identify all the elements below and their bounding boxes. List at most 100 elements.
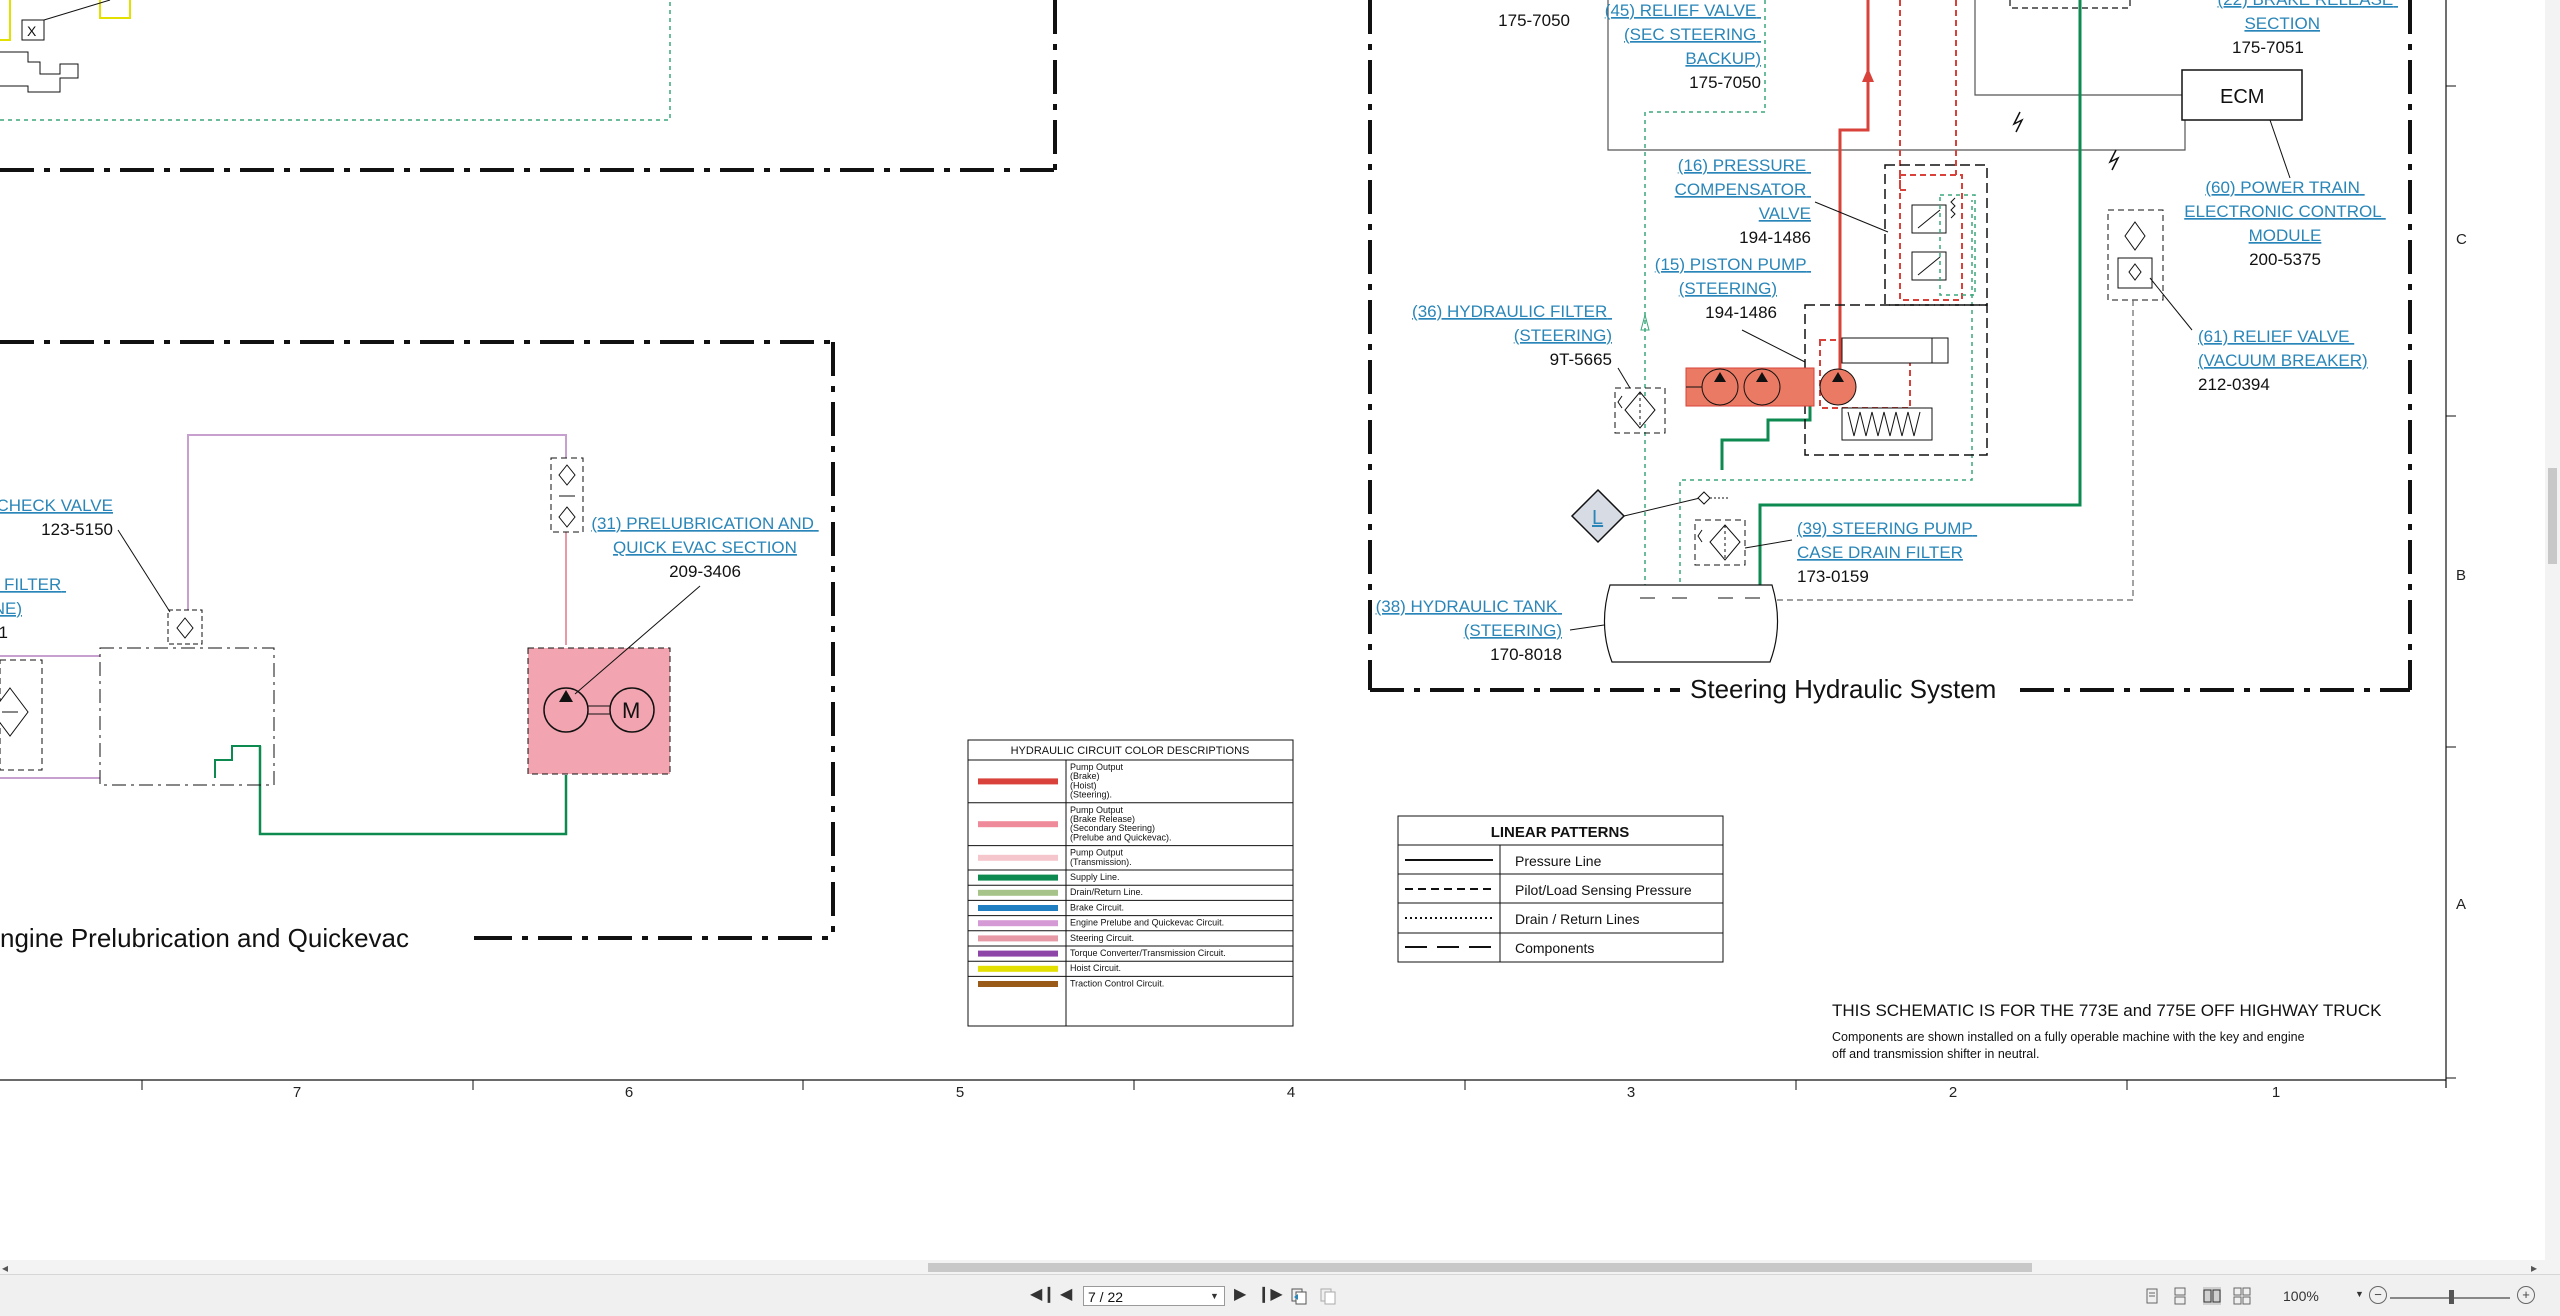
page-dropdown-icon[interactable]: ▼ — [1210, 1286, 1224, 1306]
last-page-icon[interactable]: ❙▶ — [1257, 1287, 1283, 1303]
hyd-filter-36-label: (36) HYDRAULIC FILTER (STEERING) — [1412, 302, 1612, 345]
prelube-31-part: 209-3406 — [669, 562, 741, 581]
relief-valve-45-label: (45) RELIEF VALVE (SEC STEERING BACKUP) — [1605, 1, 1761, 68]
legend-row-label: Torque Converter/Transmission Circuit. — [1070, 948, 1226, 958]
power-train-60-label: (60) POWER TRAIN ELECTRONIC CONTROL MODU… — [2184, 178, 2386, 245]
legend-color-swatch — [978, 920, 1058, 927]
single-page-icon[interactable] — [2143, 1287, 2161, 1305]
legend-row-label: Hoist Circuit. — [1070, 963, 1121, 973]
legend-color-swatch — [978, 950, 1058, 957]
two-page-icon[interactable] — [2203, 1287, 2221, 1305]
hyd-tank-38-label: (38) HYDRAULIC TANK (STEERING) — [1376, 597, 1562, 640]
relief-valve-61-label: (61) RELIEF VALVE (VACUUM BREAKER) — [2198, 327, 2368, 370]
legend-row-label: Engine Prelube and Quickevac Circuit. — [1070, 918, 1224, 928]
horizontal-scroll-thumb[interactable] — [928, 1263, 2032, 1272]
hyd-filter-36-part: 9T-5665 — [1550, 350, 1612, 369]
check-valve-label: CHECK VALVE — [0, 496, 113, 515]
linear-patterns-title: LINEAR PATTERNS — [1491, 824, 1630, 841]
column-number: 2 — [1949, 1084, 1957, 1101]
zoom-dropdown-icon[interactable]: ▼ — [2355, 1289, 2364, 1299]
legend-color-swatch — [978, 905, 1058, 911]
vertical-scroll-thumb[interactable] — [2548, 468, 2557, 564]
horizontal-scrollbar[interactable] — [0, 1260, 2545, 1274]
relief-valve-61-part: 212-0394 — [2198, 375, 2270, 394]
check-valve-part: 123-5150 — [41, 520, 113, 539]
prelube-section-title: ngine Prelubrication and Quickevac — [0, 923, 409, 953]
vertical-scrollbar[interactable] — [2545, 0, 2560, 1274]
color-legend-title: HYDRAULIC CIRCUIT COLOR DESCRIPTIONS — [1011, 745, 1250, 757]
pattern-label: Pressure Line — [1515, 853, 1602, 869]
next-view-icon[interactable] — [1319, 1287, 1337, 1305]
top-left-part-number: 175-7050 — [1498, 11, 1570, 30]
motor-letter: M — [622, 698, 640, 723]
relief-valve-45-part: 175-7050 — [1689, 73, 1761, 92]
row-letter: C — [2456, 231, 2467, 248]
schematic-note: THIS SCHEMATIC IS FOR THE 773E and 775E … — [1832, 1001, 2382, 1061]
prev-page-icon[interactable]: ◀ — [1060, 1287, 1072, 1303]
legend-color-swatch — [978, 935, 1058, 942]
column-number: 1 — [2272, 1084, 2280, 1101]
oil-filter-fragment-label: L FILTER NE) — [0, 575, 66, 618]
column-number: 6 — [625, 1084, 633, 1101]
level-letter: L — [1592, 507, 1603, 529]
legend-row-label: Steering Circuit. — [1070, 933, 1134, 943]
legend-color-swatch — [978, 854, 1058, 861]
legend-row-label: Pump Output (Transmission). — [1070, 848, 1132, 867]
legend-color-swatch — [978, 965, 1058, 972]
prelube-31-label: (31) PRELUBRICATION AND QUICK EVAC SECTI… — [591, 514, 818, 557]
first-page-icon[interactable]: ◀❙ — [1030, 1287, 1056, 1303]
steering-filter-39-label: (39) STEERING PUMP CASE DRAIN FILTER — [1797, 519, 1977, 562]
color-legend: HYDRAULIC CIRCUIT COLOR DESCRIPTIONS Pum… — [967, 739, 1294, 1027]
note-line: off and transmission shifter in neutral. — [1832, 1047, 2040, 1061]
prev-view-icon[interactable] — [1290, 1287, 1308, 1305]
top-left-section: X — [0, 0, 1057, 172]
prelube-section: ngine Prelubrication and Quickevac M CHE… — [0, 340, 835, 953]
pattern-label: Components — [1515, 940, 1594, 956]
scroll-left-arrow-icon[interactable]: ◂ — [2, 1261, 8, 1275]
page-number-value: 7 / 22 — [1088, 1289, 1124, 1305]
pressure-comp-16-part: 194-1486 — [1739, 228, 1811, 247]
two-page-continuous-icon[interactable] — [2233, 1287, 2251, 1305]
legend-row-label: Brake Circuit. — [1070, 902, 1124, 912]
column-number: 4 — [1287, 1084, 1295, 1101]
linear-patterns-legend: LINEAR PATTERNS Pressure Line Pilot/Load… — [1397, 815, 1724, 963]
note-line: Components are shown installed on a full… — [1832, 1030, 2305, 1044]
steering-filter-39-part: 173-0159 — [1797, 567, 1869, 586]
brake-release-22-label: (22) BRAKE RELEASE SECTION — [2218, 0, 2398, 33]
continuous-icon[interactable] — [2171, 1287, 2189, 1305]
column-number: 7 — [293, 1084, 301, 1101]
page-number-input[interactable]: 7 / 22 — [1083, 1286, 1225, 1306]
piston-pump-15-part: 194-1486 — [1705, 303, 1777, 322]
schematic-document: X Steering Hydraulic System ECM L (45) R… — [0, 0, 2560, 1270]
legend-color-swatch — [978, 821, 1058, 828]
zoom-level[interactable]: 100% — [2283, 1288, 2319, 1304]
legend-row-label: Traction Control Circuit. — [1070, 978, 1164, 988]
legend-color-swatch — [978, 889, 1058, 896]
x-mark-label: X — [27, 23, 37, 39]
column-number: 5 — [956, 1084, 964, 1101]
zoom-slider-handle[interactable] — [2449, 1290, 2454, 1304]
steering-section-title: Steering Hydraulic System — [1690, 674, 1996, 704]
legend-row-label: Drain/Return Line. — [1070, 887, 1143, 897]
next-page-icon[interactable]: ▶ — [1234, 1287, 1246, 1303]
legend-color-swatch — [978, 778, 1058, 785]
hyd-tank-38-part: 170-8018 — [1490, 645, 1562, 664]
note-title: THIS SCHEMATIC IS FOR THE 773E and 775E … — [1832, 1001, 2382, 1020]
legend-color-swatch — [978, 981, 1058, 987]
zoom-out-icon[interactable]: − — [2369, 1286, 2387, 1304]
legend-row-label: Supply Line. — [1070, 872, 1120, 882]
column-number: 3 — [1627, 1084, 1635, 1101]
zoom-in-icon[interactable]: + — [2517, 1286, 2535, 1304]
row-letter: A — [2456, 896, 2466, 913]
brake-release-22-part: 175-7051 — [2232, 38, 2304, 57]
legend-color-swatch — [978, 874, 1058, 881]
piston-pump-15-label: (15) PISTON PUMP (STEERING) — [1655, 255, 1811, 298]
ecm-label: ECM — [2220, 86, 2264, 108]
oil-filter-fragment-part: 1 — [0, 623, 8, 642]
power-train-60-part: 200-5375 — [2249, 250, 2321, 269]
pattern-label: Drain / Return Lines — [1515, 911, 1640, 927]
pattern-label: Pilot/Load Sensing Pressure — [1515, 882, 1692, 898]
scroll-right-arrow-icon[interactable]: ▸ — [2531, 1261, 2537, 1275]
steering-hydraulic-system: Steering Hydraulic System ECM L (45) REL… — [1368, 0, 2412, 704]
pressure-comp-16-label: (16) PRESSURE COMPENSATOR VALVE — [1675, 156, 1811, 223]
